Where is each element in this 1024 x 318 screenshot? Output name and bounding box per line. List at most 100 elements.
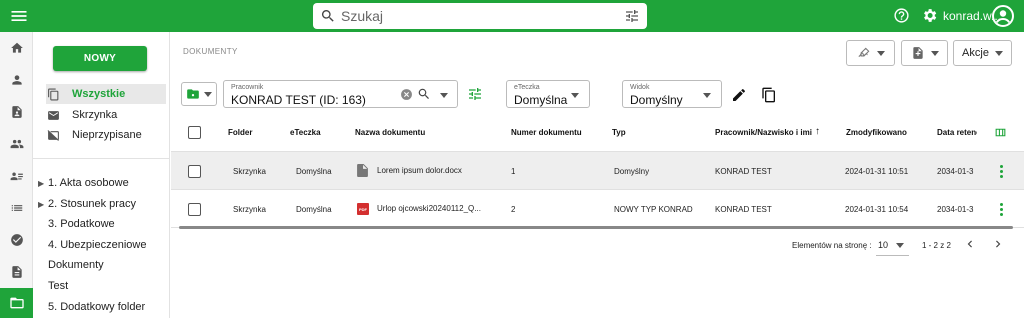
filter-unassigned[interactable]: Nieprzypisane xyxy=(46,125,166,145)
folder-item[interactable]: ▶ 2. Stosunek pracy xyxy=(38,194,168,214)
search-icon[interactable] xyxy=(417,87,431,101)
employee-field[interactable]: Pracownik KONRAD TEST (ID: 163) xyxy=(223,80,458,108)
cell-document-name[interactable]: Urlop ojcowski20240112_Q... xyxy=(377,204,503,213)
documents-icon xyxy=(46,88,60,101)
actions-label: Akcje xyxy=(962,47,989,59)
folder-item[interactable]: Dokumenty xyxy=(48,255,178,275)
folder-open-icon[interactable] xyxy=(0,288,33,318)
filter-all[interactable]: Wszystkie xyxy=(46,84,166,104)
view-select[interactable]: Widok Domyślny xyxy=(622,80,722,108)
mail-icon xyxy=(46,109,60,122)
cell-number: 1 xyxy=(511,167,516,176)
chevron-down-icon xyxy=(896,243,904,248)
edit-icon[interactable] xyxy=(731,87,747,103)
breadcrumb: DOKUMENTY xyxy=(183,47,238,56)
filter-label: Skrzynka xyxy=(72,109,118,121)
table-row[interactable]: Skrzynka Domyślna Lorem ipsum dolor.docx… xyxy=(171,152,1024,190)
gear-icon[interactable] xyxy=(921,7,938,24)
cell-type: NOWY TYP KONRAD xyxy=(614,205,693,214)
person-list-icon[interactable] xyxy=(0,160,33,192)
cell-document-name[interactable]: Lorem ipsum dolor.docx xyxy=(377,166,503,175)
folder-label: 1. Akta osobowe xyxy=(48,177,129,189)
cell-type: Domyślny xyxy=(614,167,650,176)
search-input[interactable] xyxy=(341,7,601,25)
row-checkbox[interactable] xyxy=(188,203,201,216)
cell-folder: Skrzynka xyxy=(233,205,266,214)
column-header[interactable]: eTeczka xyxy=(290,128,321,137)
sort-ascending-icon[interactable]: ↑ xyxy=(815,126,820,137)
eteczka-label: eTeczka xyxy=(514,84,540,91)
chevron-down-icon xyxy=(703,93,711,98)
folder-item[interactable]: 3. Podatkowe xyxy=(48,214,178,234)
view-label: Widok xyxy=(630,84,650,91)
cell-eteczka: Domyślna xyxy=(296,167,332,176)
column-header[interactable]: Nazwa dokumentu xyxy=(355,128,425,137)
pdf-badge: PDF xyxy=(359,206,367,212)
home-icon[interactable] xyxy=(0,32,33,64)
page-range: 1 - 2 z 2 xyxy=(922,241,951,250)
add-folder-button[interactable] xyxy=(181,82,217,106)
icon-rail xyxy=(0,32,33,318)
per-page-value: 10 xyxy=(878,240,889,250)
column-header[interactable]: Numer dokumentu xyxy=(511,128,582,137)
columns-icon[interactable] xyxy=(994,126,1007,139)
column-header[interactable]: Data retencji xyxy=(937,128,977,137)
list-icon[interactable] xyxy=(0,192,33,224)
person-icon[interactable] xyxy=(0,64,33,96)
eteczka-select[interactable]: eTeczka Domyślna xyxy=(506,80,590,108)
tune-icon[interactable] xyxy=(467,86,483,102)
folder-item[interactable]: 5. Dodatkowy folder xyxy=(48,297,178,317)
add-document-button[interactable] xyxy=(901,40,948,66)
cell-modified: 2024-01-31 10:51 xyxy=(845,167,909,176)
copy-icon[interactable] xyxy=(761,87,777,103)
row-checkbox[interactable] xyxy=(188,165,201,178)
more-vert-icon[interactable] xyxy=(996,165,1006,178)
select-all-checkbox[interactable] xyxy=(188,126,201,139)
more-vert-icon[interactable] xyxy=(996,203,1006,216)
filter-label: Wszystkie xyxy=(72,88,126,100)
folder-item[interactable]: Test xyxy=(48,276,178,296)
chevron-right-icon[interactable] xyxy=(991,237,1005,251)
document-icon[interactable] xyxy=(0,256,33,288)
cell-employee: KONRAD TEST xyxy=(715,167,772,176)
chevron-down-icon[interactable] xyxy=(440,93,448,98)
column-header[interactable]: Folder xyxy=(228,128,252,137)
chevron-right-icon[interactable]: ▶ xyxy=(38,179,48,188)
chevron-left-icon[interactable] xyxy=(963,237,977,251)
menu-icon[interactable] xyxy=(9,6,29,26)
add-document-icon xyxy=(911,46,925,60)
folder-item[interactable]: 4. Ubezpieczeniowe xyxy=(48,235,178,255)
actions-button[interactable]: Akcje xyxy=(953,40,1012,66)
filter-inbox[interactable]: Skrzynka xyxy=(46,105,166,125)
cell-eteczka: Domyślna xyxy=(296,205,332,214)
tune-icon[interactable] xyxy=(624,8,640,24)
column-header[interactable]: Pracownik/Nazwisko i imię xyxy=(715,128,812,137)
chevron-down-icon xyxy=(571,93,579,98)
column-header[interactable]: Typ xyxy=(612,128,626,137)
check-circle-icon[interactable] xyxy=(0,224,33,256)
account-circle-icon[interactable] xyxy=(991,4,1015,28)
cell-folder: Skrzynka xyxy=(233,167,266,176)
column-header[interactable]: Zmodyfikowano xyxy=(846,128,907,137)
sign-button[interactable] xyxy=(846,40,895,66)
clear-icon[interactable] xyxy=(400,88,413,101)
table-row[interactable]: Skrzynka Domyślna PDF Urlop ojcowski2024… xyxy=(171,190,1024,228)
table-header: Folder eTeczka Nazwa dokumentu Numer dok… xyxy=(171,116,1024,152)
cell-employee: KONRAD TEST xyxy=(715,205,772,214)
chevron-right-icon[interactable]: ▶ xyxy=(38,200,48,209)
help-circle-icon[interactable] xyxy=(893,7,910,24)
nav-panel: NOWY Wszystkie Skrzynka Nieprzypisane ▶ … xyxy=(33,32,170,318)
people-icon[interactable] xyxy=(0,128,33,160)
eteczka-value: Domyślna xyxy=(514,93,568,107)
view-value: Domyślny xyxy=(630,93,683,107)
new-button[interactable]: NOWY xyxy=(53,46,147,71)
horizontal-scrollbar[interactable] xyxy=(179,226,1013,229)
per-page-label: Elementów na stronę : xyxy=(792,241,872,250)
folder-item[interactable]: ▶ 1. Akta osobowe xyxy=(38,173,168,193)
cell-retention: 2034-01-3 xyxy=(937,205,974,214)
person-document-icon[interactable] xyxy=(0,96,33,128)
cell-retention: 2034-01-3 xyxy=(937,167,974,176)
per-page-select[interactable]: 10 xyxy=(876,234,909,256)
employee-field-label: Pracownik xyxy=(231,84,264,91)
pdf-file-icon: PDF xyxy=(357,203,369,215)
